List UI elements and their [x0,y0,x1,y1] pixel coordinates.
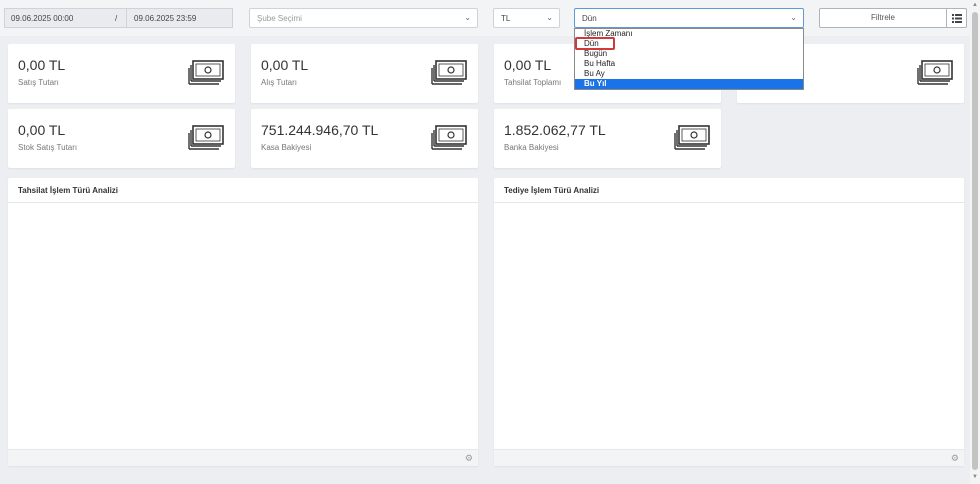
money-stack-icon [188,125,224,156]
chevron-down-icon: ⌄ [546,13,553,22]
kasa-bakiyesi-value: 751.244.946,70 TL [261,122,379,138]
page-scrollbar[interactable]: ▲ ▼ [970,0,980,484]
alis-tutari-value: 0,00 TL [261,57,309,73]
satis-tutari-label: Satış Tutarı [18,78,59,87]
card-banka-bakiyesi: 1.852.062,77 TL Banka Bakiyesi [494,109,721,168]
money-stack-icon [188,60,224,91]
satis-tutari-value: 0,00 TL [18,57,66,73]
date-range-select[interactable]: Dün ⌄ [574,8,804,28]
card-satis-tutari: 0,00 TL Satış Tutarı [8,44,235,103]
option-bu-ay[interactable]: Bu Ay [575,69,803,79]
list-view-button[interactable] [946,8,967,28]
date-range-value: Dün [582,14,597,23]
kasa-bakiyesi-label: Kasa Bakiyesi [261,143,312,152]
scroll-thumb[interactable] [972,12,978,470]
panel-footer: ⚙ [494,449,964,466]
tahsilat-toplami-value: 0,00 TL [504,57,552,73]
panel-tahsilat-analizi: Tahsilat İşlem Türü Analizi ⚙ [8,178,478,466]
date-end[interactable]: 09.06.2025 23:59 [134,14,196,23]
currency-select[interactable]: TL ⌄ [493,8,560,28]
gear-icon[interactable]: ⚙ [465,453,473,464]
alis-tutari-label: Alış Tutarı [261,78,298,87]
banka-bakiyesi-label: Banka Bakiyesi [504,143,559,152]
option-bugun[interactable]: Bugün [575,49,803,59]
chevron-down-icon: ⌄ [790,13,797,22]
panel-title: Tahsilat İşlem Türü Analizi [8,178,478,203]
stok-satis-tutari-value: 0,00 TL [18,122,66,138]
card-kasa-bakiyesi: 751.244.946,70 TL Kasa Bakiyesi [251,109,478,168]
currency-value: TL [501,14,511,23]
date-separator: / [115,14,118,23]
chevron-down-icon: ⌄ [464,13,471,22]
sube-select-placeholder: Şube Seçimi [257,14,302,23]
card-alis-tutari: 0,00 TL Alış Tutarı [251,44,478,103]
scroll-down-arrow-icon[interactable]: ▼ [972,474,978,480]
banka-bakiyesi-value: 1.852.062,77 TL [504,122,606,138]
money-stack-icon [674,125,710,156]
card-stok-satis-tutari: 0,00 TL Stok Satış Tutarı [8,109,235,168]
filter-bar: 09.06.2025 00:00 / 09.06.2025 23:59 Şube… [0,0,974,36]
stok-satis-tutari-label: Stok Satış Tutarı [18,143,78,152]
date-divider [126,9,127,27]
panel-footer: ⚙ [8,449,478,466]
option-bu-yil[interactable]: Bu Yıl [575,79,803,89]
gear-icon[interactable]: ⚙ [951,453,959,464]
tahsilat-toplami-label: Tahsilat Toplamı [504,78,562,87]
money-stack-icon [431,60,467,91]
scroll-up-arrow-icon[interactable]: ▲ [972,2,978,8]
option-bu-hafta[interactable]: Bu Hafta [575,59,803,69]
panel-title: Tediye İşlem Türü Analizi [494,178,964,203]
date-start[interactable]: 09.06.2025 00:00 [11,14,73,23]
option-highlight-box [575,37,615,50]
list-icon [952,14,962,23]
date-range-field[interactable]: 09.06.2025 00:00 / 09.06.2025 23:59 [4,8,233,28]
money-stack-icon [431,125,467,156]
sube-select[interactable]: Şube Seçimi ⌄ [249,8,478,28]
money-stack-icon [917,60,953,91]
filter-button[interactable]: Filtrele [819,8,947,28]
panel-tediye-analizi: Tediye İşlem Türü Analizi ⚙ [494,178,964,466]
